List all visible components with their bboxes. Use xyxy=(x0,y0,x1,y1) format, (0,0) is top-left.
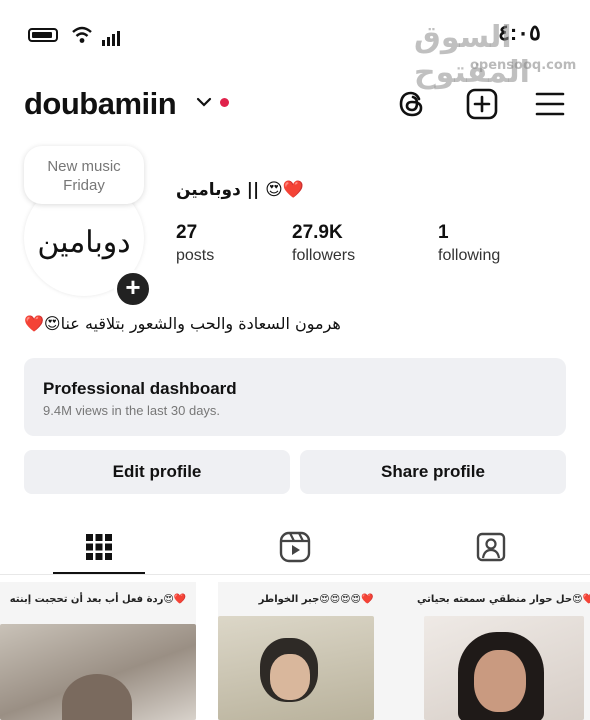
dashboard-subtitle: 9.4M views in the last 30 days. xyxy=(43,403,221,418)
person-face xyxy=(270,654,310,700)
post-thumbnail[interactable]: حل حوار منطقي سمعته بحياتي😍❤️ xyxy=(408,582,590,720)
signal-icon xyxy=(102,28,122,46)
battery-icon xyxy=(28,28,58,42)
wifi-icon xyxy=(72,26,92,43)
add-story-button[interactable]: + xyxy=(114,270,152,308)
reels-icon xyxy=(279,531,311,563)
dashboard-title: Professional dashboard xyxy=(43,379,237,398)
note-bubble[interactable]: New music Friday xyxy=(24,146,144,204)
tab-divider xyxy=(0,574,590,575)
chevron-down-icon[interactable] xyxy=(196,96,212,108)
stat-following[interactable]: 1 following xyxy=(438,222,500,265)
create-post-icon[interactable] xyxy=(464,86,500,122)
tab-tagged[interactable] xyxy=(446,524,536,570)
threads-icon[interactable] xyxy=(394,86,430,122)
stat-posts[interactable]: 27 posts xyxy=(176,222,214,265)
watermark-url: opensooq.com xyxy=(470,58,577,73)
tab-reels[interactable] xyxy=(250,524,340,570)
following-label: following xyxy=(438,247,501,264)
share-profile-button[interactable]: Share profile xyxy=(300,450,566,494)
post-thumbnail[interactable]: جبر الخواطر😍😍😍😍❤️ xyxy=(218,582,414,720)
person-face xyxy=(474,650,526,712)
followers-count: 27.9K xyxy=(292,222,343,243)
notification-dot xyxy=(220,98,229,107)
watermark-logo: السوق المفتوح xyxy=(414,20,530,90)
display-name: دوبامين || 😍❤️ xyxy=(176,180,304,200)
edit-profile-button[interactable]: Edit profile xyxy=(24,450,290,494)
post-caption: جبر الخواطر😍😍😍😍❤️ xyxy=(258,594,374,605)
post-caption: ردة فعل أب بعد أن تحجبت إبنته😍❤️ xyxy=(9,594,187,605)
posts-label: posts xyxy=(176,247,215,264)
post-thumbnail[interactable]: ردة فعل أب بعد أن تحجبت إبنته😍❤️ xyxy=(0,582,196,720)
profile-username[interactable]: doubamiin xyxy=(24,86,177,122)
menu-icon[interactable] xyxy=(532,86,568,122)
tagged-icon xyxy=(476,532,506,562)
tab-posts-grid[interactable] xyxy=(54,524,144,570)
grid-icon xyxy=(86,534,112,560)
following-count: 1 xyxy=(438,222,449,243)
stat-followers[interactable]: 27.9K followers xyxy=(292,222,355,265)
posts-count: 27 xyxy=(176,222,198,243)
profile-bio: هرمون السعادة والحب والشعور بتلاقيه عنا😍… xyxy=(24,314,341,333)
professional-dashboard[interactable]: Professional dashboard 9.4M views in the… xyxy=(24,358,566,436)
avatar-text: دوبامين xyxy=(37,224,131,260)
note-text: New music Friday xyxy=(47,158,121,194)
post-caption: حل حوار منطقي سمعته بحياتي😍❤️ xyxy=(417,594,590,605)
followers-label: followers xyxy=(292,247,356,264)
